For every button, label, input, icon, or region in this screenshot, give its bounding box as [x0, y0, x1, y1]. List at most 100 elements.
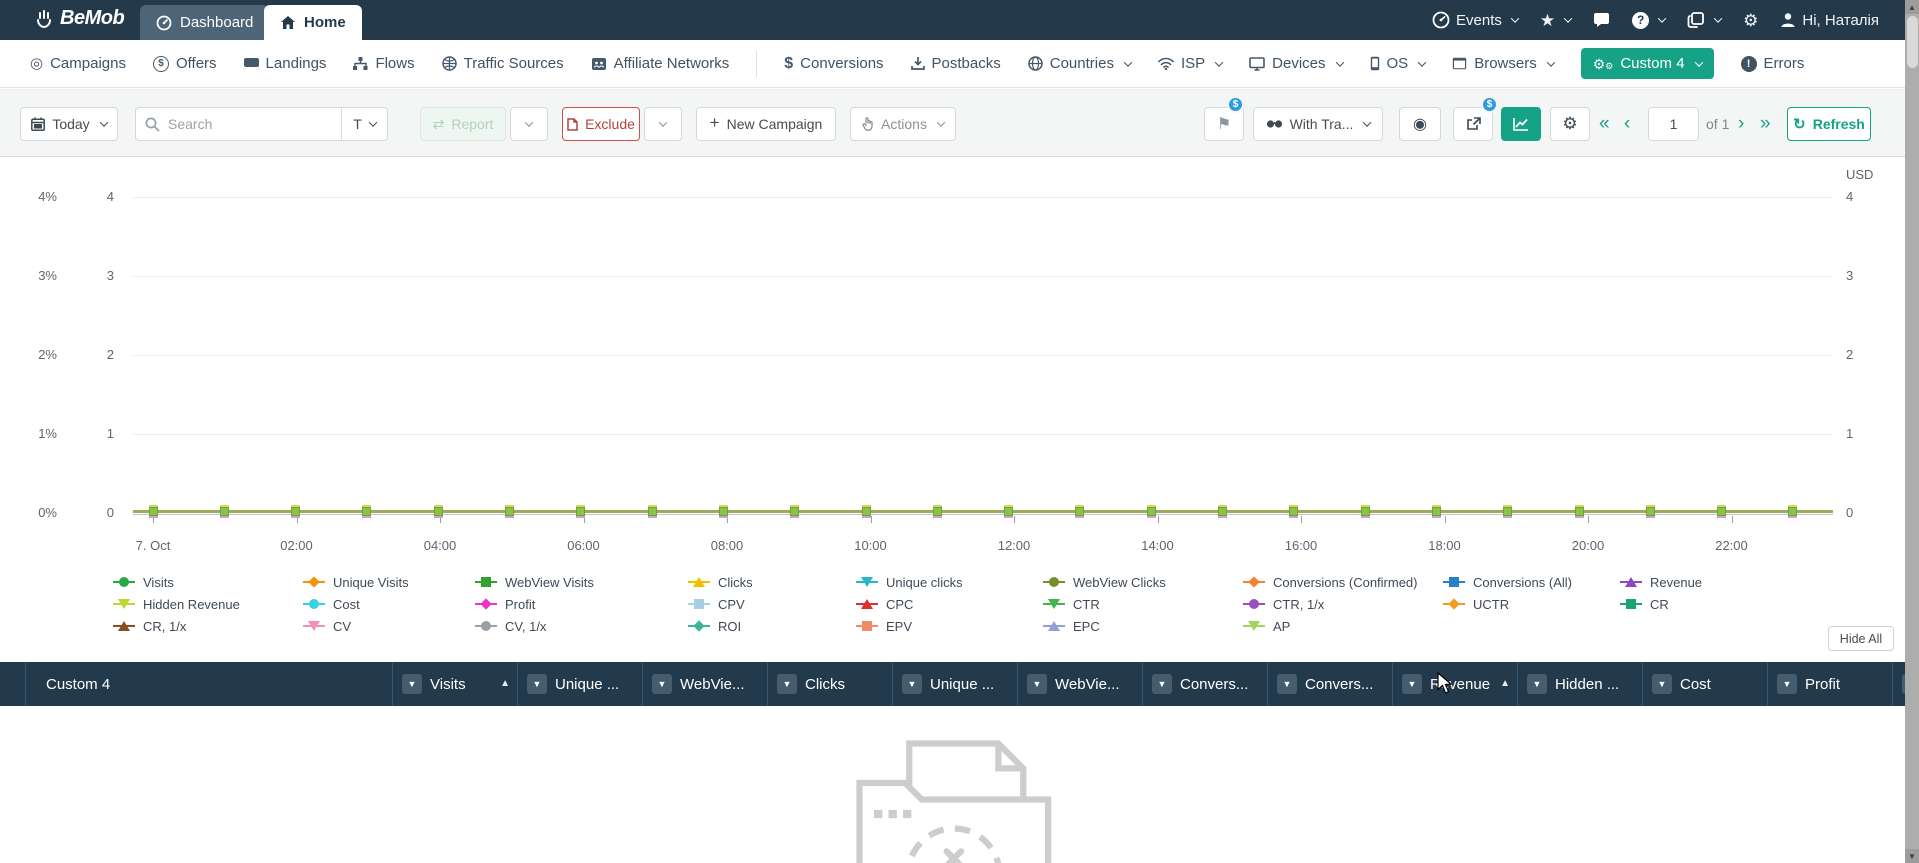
legend-item[interactable]: EPV [856, 615, 912, 637]
events-menu[interactable]: Events [1432, 11, 1520, 29]
table-column-header[interactable]: ▼ WebVie... [642, 662, 767, 706]
table-column-header[interactable]: ▼ Unique ... [892, 662, 1017, 706]
chat-button[interactable] [1593, 12, 1610, 28]
docs-menu[interactable] [1687, 12, 1723, 28]
legend-item[interactable]: UCTR [1443, 593, 1509, 615]
legend-item[interactable]: Profit [475, 593, 535, 615]
next-page-button[interactable]: › [1738, 107, 1744, 141]
legend-item[interactable]: Unique clicks [856, 571, 963, 593]
column-filter-icon[interactable]: ▼ [1402, 674, 1422, 694]
table-column-header[interactable]: ▼ Unique ... [517, 662, 642, 706]
table-column-header[interactable]: ▼ Profit [1767, 662, 1892, 706]
column-filter-icon[interactable]: ▼ [777, 674, 797, 694]
exclude-button[interactable]: Exclude [562, 107, 640, 141]
table-column-header[interactable]: ▼ Hidden ... [1517, 662, 1642, 706]
nav-errors[interactable]: ! Errors [1740, 55, 1804, 72]
nav-flows[interactable]: Flows [353, 55, 415, 72]
column-filter-icon[interactable]: ▼ [1027, 674, 1047, 694]
favorites-menu[interactable]: ★ [1540, 12, 1573, 29]
column-filter-icon[interactable]: ▼ [652, 674, 672, 694]
nav-countries[interactable]: Countries [1028, 55, 1133, 72]
table-column-header[interactable]: ▼ Convers... [1267, 662, 1392, 706]
legend-item[interactable]: Conversions (Confirmed) [1243, 571, 1418, 593]
column-filter-icon[interactable]: ▼ [902, 674, 922, 694]
actions-button[interactable]: Actions [850, 107, 956, 141]
column-filter-icon[interactable]: ▼ [402, 674, 422, 694]
legend-item[interactable]: CTR [1043, 593, 1100, 615]
legend-item[interactable]: Conversions (All) [1443, 571, 1572, 593]
scroll-down-button[interactable]: ▼ [1905, 849, 1919, 863]
exclude-dropdown-caret[interactable] [644, 107, 682, 141]
table-column-header[interactable]: ▼ Convers... [1142, 662, 1267, 706]
scroll-up-button[interactable]: ▲ [1905, 0, 1919, 14]
nav-traffic-sources[interactable]: Traffic Sources [441, 55, 564, 72]
settings-button[interactable]: ⚙ [1743, 12, 1758, 29]
legend-item[interactable]: CPV [688, 593, 745, 615]
legend-item[interactable]: Revenue [1620, 571, 1702, 593]
legend-item[interactable]: CV, 1/x [475, 615, 546, 637]
legend-item[interactable]: Clicks [688, 571, 753, 593]
tab-dashboard[interactable]: Dashboard [140, 5, 270, 40]
legend-item[interactable]: Unique Visits [303, 571, 409, 593]
legend-item[interactable]: WebView Visits [475, 571, 594, 593]
legend-item[interactable]: AP [1243, 615, 1290, 637]
legend-item[interactable]: CPC [856, 593, 913, 615]
table-column-header[interactable]: ▼ WebVie... [1017, 662, 1142, 706]
search-input[interactable] [160, 116, 341, 132]
nav-campaigns[interactable]: ◎ Campaigns [30, 55, 126, 72]
column-filter-icon[interactable]: ▼ [1277, 674, 1297, 694]
column-filter-icon[interactable]: ▼ [1652, 674, 1672, 694]
help-menu[interactable]: ? [1632, 11, 1667, 29]
legend-item[interactable]: WebView Clicks [1043, 571, 1166, 593]
nav-postbacks[interactable]: Postbacks [910, 55, 1001, 72]
table-column-header[interactable]: ▼ Revenue ▲ [1392, 662, 1517, 706]
page-number-input[interactable] [1648, 107, 1699, 141]
table-column-header[interactable]: ▼ Clicks [767, 662, 892, 706]
legend-item[interactable]: CR, 1/x [113, 615, 186, 637]
table-settings-button[interactable]: ⚙ [1550, 107, 1590, 141]
first-page-button[interactable]: « [1599, 107, 1610, 141]
scrollbar-thumb[interactable] [1906, 16, 1918, 68]
legend-item[interactable]: Hidden Revenue [113, 593, 240, 615]
table-column-header[interactable]: ▼ Cost [1642, 662, 1767, 706]
prev-page-button[interactable]: ‹ [1624, 107, 1630, 141]
nav-browsers[interactable]: Browsers [1452, 55, 1555, 72]
bemob-logo[interactable]: BeMob [34, 7, 125, 30]
nav-conversions[interactable]: $ Conversions [784, 55, 883, 73]
report-button[interactable]: ⇄ Report [420, 107, 506, 141]
traffic-filter-dropdown[interactable]: With Tra... [1253, 107, 1383, 141]
legend-item[interactable]: Visits [113, 571, 174, 593]
nav-custom-4[interactable]: ⚙⚙ Custom 4 [1580, 48, 1714, 79]
nav-landings[interactable]: Landings [243, 55, 326, 72]
new-campaign-button[interactable]: + New Campaign [696, 107, 836, 141]
search-type-selector[interactable]: T [341, 108, 387, 140]
legend-item[interactable]: Cost [303, 593, 360, 615]
nav-isp[interactable]: ISP [1158, 55, 1224, 72]
last-page-button[interactable]: » [1760, 107, 1771, 141]
table-column-header-partial[interactable]: ▼ [1892, 662, 1905, 706]
nav-devices[interactable]: Devices [1249, 55, 1344, 72]
vertical-scrollbar[interactable]: ▲ ▼ [1905, 0, 1919, 863]
legend-item[interactable]: EPC [1043, 615, 1100, 637]
nav-affiliate-networks[interactable]: Affiliate Networks [591, 55, 729, 72]
column-filter-icon[interactable]: ▼ [527, 674, 547, 694]
table-group-column[interactable]: Custom 4 [26, 662, 392, 706]
refresh-button[interactable]: ↻ Refresh [1787, 107, 1871, 141]
report-dropdown-caret[interactable] [510, 107, 548, 141]
visibility-button[interactable]: ◉ [1399, 107, 1441, 141]
chart-toggle-button[interactable] [1501, 107, 1541, 141]
hide-all-button[interactable]: Hide All [1828, 626, 1894, 651]
legend-item[interactable]: CV [303, 615, 351, 637]
nav-offers[interactable]: $ Offers [152, 55, 217, 72]
account-menu[interactable]: Hi, Наталія [1780, 12, 1879, 29]
legend-item[interactable]: CTR, 1/x [1243, 593, 1324, 615]
column-filter-icon[interactable]: ▼ [1152, 674, 1172, 694]
column-filter-icon[interactable]: ▼ [1527, 674, 1547, 694]
table-column-header[interactable]: ▼ Visits ▲ [392, 662, 517, 706]
legend-item[interactable]: CR [1620, 593, 1669, 615]
legend-item[interactable]: ROI [688, 615, 741, 637]
tab-home[interactable]: Home [264, 5, 362, 40]
nav-os[interactable]: OS [1370, 55, 1427, 72]
column-filter-icon[interactable]: ▼ [1777, 674, 1797, 694]
date-range-button[interactable]: Today [20, 107, 118, 141]
